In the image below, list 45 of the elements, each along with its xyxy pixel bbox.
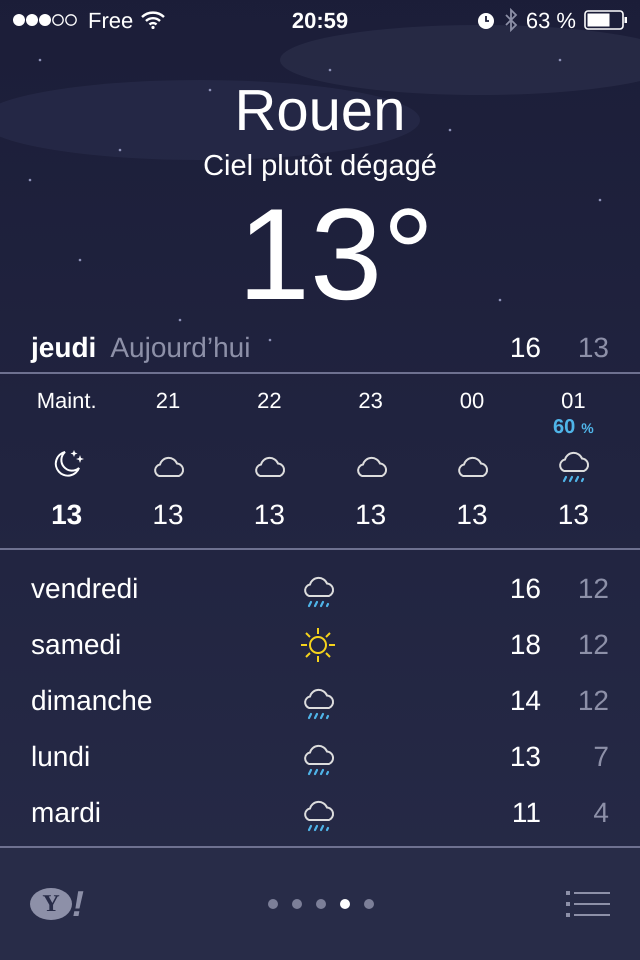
hour-label: 23 [358, 388, 383, 414]
hour-label: 01 [561, 388, 586, 414]
sun-icon [298, 625, 338, 665]
day-high: 13 [508, 740, 541, 774]
day-name: samedi [31, 628, 122, 662]
day-low: 12 [576, 684, 609, 718]
day-high: 16 [508, 572, 541, 606]
today-day: jeudi [31, 327, 96, 369]
signal-strength-icon [12, 13, 80, 27]
hour-temperature: 13 [152, 498, 184, 532]
day-high: 18 [508, 628, 541, 662]
day-high: 14 [508, 684, 541, 718]
city-name: Rouen [234, 77, 406, 145]
today-high: 16 [508, 331, 541, 365]
day-low: 12 [576, 572, 609, 606]
day-name: lundi [31, 740, 92, 774]
bluetooth-icon [504, 8, 518, 32]
day-name: dimanche [31, 684, 154, 718]
day-low: 12 [576, 628, 609, 662]
hour-label: 22 [257, 388, 282, 414]
battery-icon [584, 10, 628, 30]
hour-temperature: 13 [51, 498, 82, 532]
list-icon[interactable] [566, 891, 610, 917]
day-low: 4 [592, 796, 609, 830]
hour-label: Maint. [36, 388, 97, 414]
day-high: 11 [510, 796, 541, 830]
today-label: Aujourd’hui [110, 331, 252, 365]
wifi-icon [141, 11, 166, 29]
hour-temperature: 13 [456, 498, 488, 532]
day-name: vendredi [31, 572, 140, 606]
hour-temperature: 13 [355, 498, 386, 532]
current-temperature: 13° [238, 184, 434, 324]
precipitation-chance: 60 % [552, 415, 594, 440]
today-low: 13 [576, 331, 609, 365]
status-time: 20:59 [290, 6, 350, 34]
alarm-clock-icon [476, 10, 496, 30]
hour-temperature: 13 [254, 498, 285, 532]
hour-label: 21 [156, 388, 180, 414]
carrier-name: Free [88, 6, 134, 34]
battery-percentage: 63 % [526, 6, 576, 34]
day-low: 7 [592, 740, 609, 774]
hour-temperature: 13 [558, 498, 589, 532]
weather-condition: Ciel plutôt dégagé [203, 149, 437, 184]
day-name: mardi [31, 796, 102, 830]
hour-label: 00 [460, 388, 484, 414]
